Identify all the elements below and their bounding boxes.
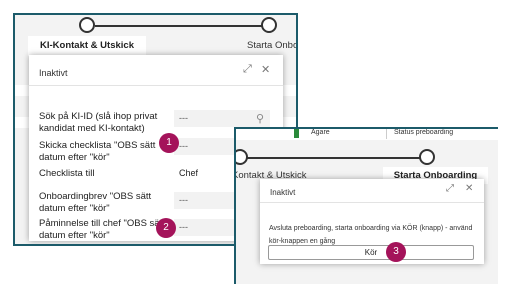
field-label-onboardingbrev: Onboardingbrev "OBS sätt datum efter "kö… xyxy=(39,191,152,214)
stage-tab-ki-kontakt[interactable]: KI-Kontakt & Utskick xyxy=(28,36,146,56)
stage-connector xyxy=(95,25,271,27)
close-icon[interactable]: ✕ xyxy=(465,183,473,194)
step-dialog-onboarding: Inaktivt ⤢ ✕ Avsluta preboarding, starta… xyxy=(260,179,484,264)
expand-icon[interactable]: ⤢ xyxy=(243,63,252,76)
close-icon[interactable]: ✕ xyxy=(261,63,270,76)
expand-icon[interactable]: ⤢ xyxy=(446,183,454,194)
dialog-status: Inaktivt xyxy=(270,188,296,197)
onboarding-panel-right: Agare Status preboarding Kontakt & Utski… xyxy=(234,127,498,284)
stage-marker-onboarding[interactable] xyxy=(419,149,435,165)
search-icon[interactable]: ⚲ xyxy=(256,111,264,128)
header-owner: Agare xyxy=(311,129,330,136)
partial-header-row: Agare Status preboarding xyxy=(236,129,498,140)
field-label-checklista-till: Checklista till xyxy=(39,168,95,179)
step-badge-3: 3 xyxy=(386,242,406,262)
dialog-divider xyxy=(260,202,484,203)
status-indicator xyxy=(294,129,299,138)
run-button[interactable]: Kör xyxy=(268,245,474,260)
stage-marker-kontakt[interactable] xyxy=(236,149,248,165)
checklista-date-value: --- xyxy=(179,141,188,151)
stage-tab-starta-onboarding[interactable]: Starta Onboardi xyxy=(247,36,296,56)
ki-id-search-value: --- xyxy=(179,113,188,123)
stage-marker-onboarding[interactable] xyxy=(261,17,277,33)
dialog-divider xyxy=(29,85,283,86)
stage-connector xyxy=(236,157,420,159)
stage-marker-ki-kontakt[interactable] xyxy=(79,17,95,33)
ki-id-search-input[interactable]: --- ⚲ xyxy=(174,110,270,127)
field-label-checklista: Skicka checklista "OBS sätt datum efter … xyxy=(39,140,156,163)
step-badge-1: 1 xyxy=(159,133,179,153)
header-divider xyxy=(386,129,387,139)
header-status: Status preboarding xyxy=(394,129,454,136)
step-badge-2: 2 xyxy=(156,218,176,238)
field-label-ki-id: Sök på KI-ID (slå ihop privat kandidat m… xyxy=(39,111,158,134)
dialog-status: Inaktivt xyxy=(39,68,68,78)
field-label-paminnelse: Påminnelse till chef "OBS sätt datum eft… xyxy=(39,218,165,241)
